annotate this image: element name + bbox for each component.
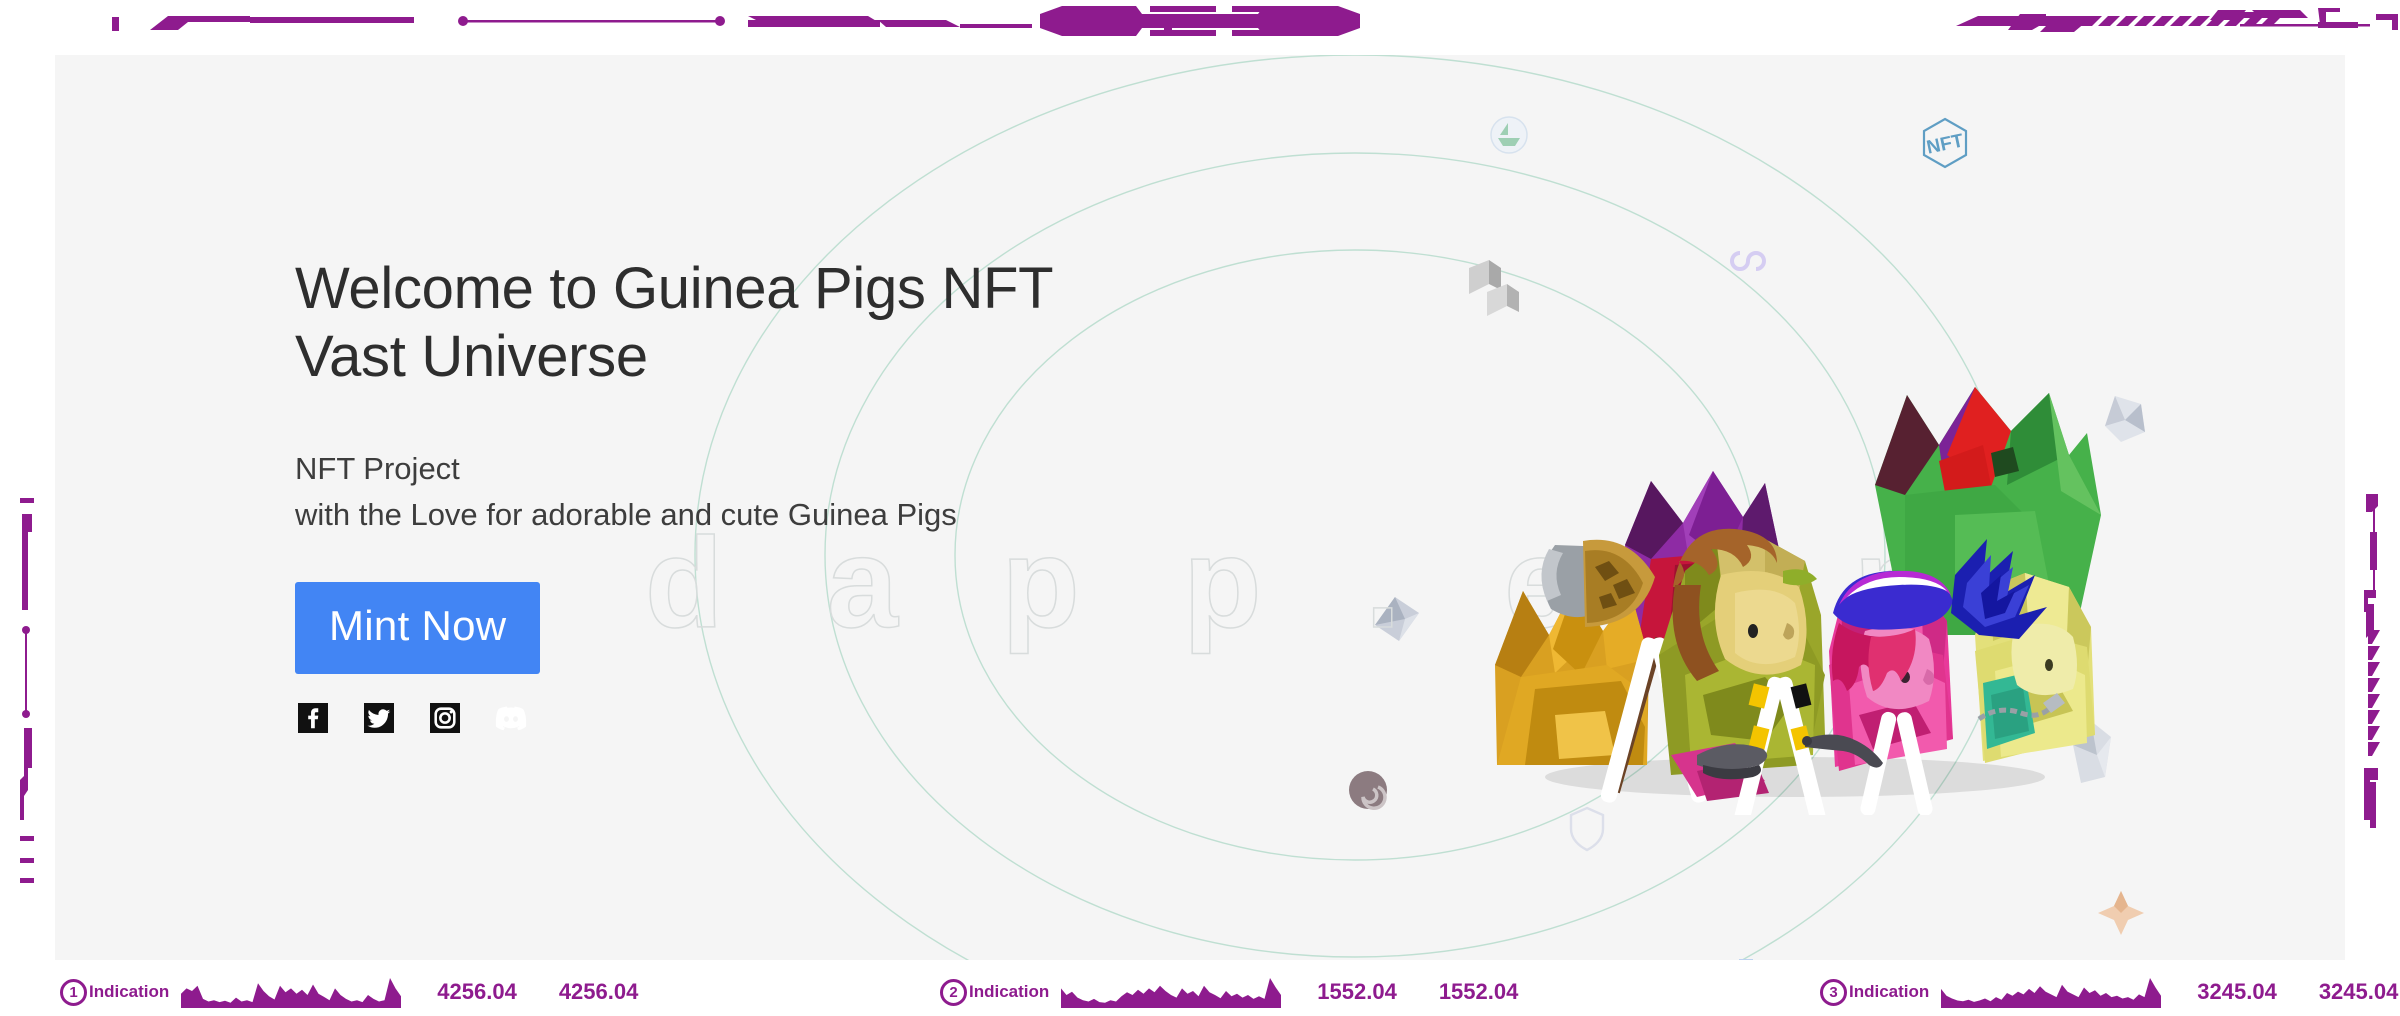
discord-link[interactable] [493,700,529,736]
blocks-stair-icon [1739,959,1753,960]
polygon-infinity-icon [1730,251,1766,271]
indication-number: 3 [1820,978,1847,1006]
indication-item[interactable]: 3 Indication 3245.04 3245.04 [1820,968,2398,1016]
mint-now-button[interactable]: Mint Now [295,581,541,674]
facebook-icon [298,702,328,733]
hero-copy: Welcome to Guinea Pigs NFT Vast Universe… [295,255,1075,736]
star-burst-icon [2098,891,2144,935]
indication-item[interactable]: 1 Indication 4256.04 4256.04 [60,968,638,1016]
indication-label: Indication [1849,982,1930,1001]
indication-value-primary: 3245.04 [2197,979,2277,1004]
indication-value-primary: 1552.04 [1317,979,1397,1004]
hero-subtitle-line2: with the Love for adorable and cute Guin… [295,496,957,532]
indication-label: Indication [969,982,1050,1001]
page-title-line1: Welcome to Guinea Pigs NFT [295,256,1054,321]
hero-section: NFT d a p p . e x p Welcome to Guinea Pi… [55,55,2345,960]
cube-3d-icon [1469,260,1519,316]
spiral-swirl-icon [1349,771,1387,810]
left-decoration-rail [0,480,46,900]
indication-value-secondary: 3245.04 [2318,979,2399,1004]
guinea-pigs-artwork [1435,335,2135,824]
social-links [295,700,1075,736]
twitter-link[interactable] [361,700,397,736]
indication-value-secondary: 4256.04 [558,979,639,1004]
opensea-boat-icon [1490,116,1528,154]
top-decoration-bar [0,0,2400,40]
instagram-link[interactable] [427,700,463,736]
indication-value-secondary: 1552.04 [1438,979,1519,1004]
discord-icon [495,706,527,731]
indication-item[interactable]: 2 Indication 1552.04 1552.04 [940,968,1518,1016]
indication-value-primary: 4256.04 [437,979,517,1004]
indication-bar: 1 Indication 4256.04 4256.04 2 Indicatio… [0,968,2400,1016]
hero-subtitle-line1: NFT Project [295,450,460,486]
svg-text:NFT: NFT [1925,130,1966,158]
page-title-line2: Vast Universe [295,324,648,390]
indication-sparkline [1061,978,1282,1008]
indication-label: Indication [89,982,170,1001]
indication-number: 1 [60,978,87,1006]
page-title: Welcome to Guinea Pigs NFT Vast Universe [295,255,1075,392]
nft-hexagon-icon: NFT [1922,117,1968,169]
hero-subtitle: NFT Project with the Love for adorable a… [295,446,1075,538]
indication-sparkline [1941,978,2162,1008]
right-decoration-rail [2340,480,2400,900]
indication-sparkline [181,978,402,1008]
twitter-icon [364,702,394,733]
facebook-link[interactable] [295,700,331,736]
instagram-icon [430,702,460,733]
pig-face-brown-hair [1672,528,1817,681]
indication-number: 2 [940,978,967,1006]
